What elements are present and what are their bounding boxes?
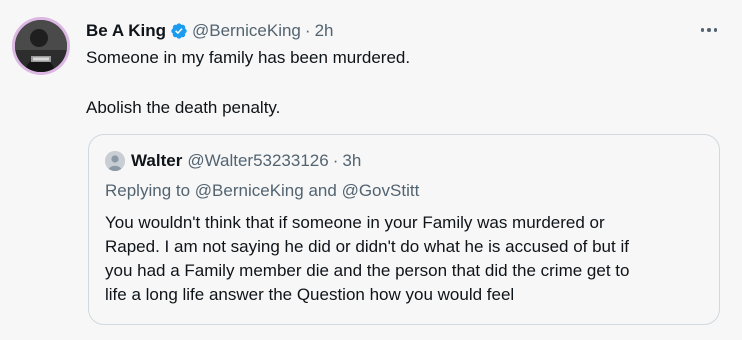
dot bbox=[700, 28, 705, 32]
tweet-header: Be A King @BerniceKing · 2h bbox=[86, 20, 702, 42]
quoted-tweet-text: You wouldn't think that if someone in yo… bbox=[105, 211, 705, 307]
dot bbox=[713, 28, 718, 32]
header-separator: · bbox=[304, 21, 311, 40]
replying-to: Replying to @BerniceKing and @GovStitt bbox=[105, 180, 419, 202]
quoted-text-line: you had a Family member die and the pers… bbox=[105, 261, 630, 280]
replying-and: and bbox=[308, 181, 337, 200]
more-options-icon[interactable] bbox=[698, 20, 720, 40]
quoted-text-line: You wouldn't think that if someone in yo… bbox=[105, 213, 605, 232]
tweet[interactable]: Be A King @BerniceKing · 2h Someone in m… bbox=[0, 0, 742, 340]
avatar-image bbox=[15, 20, 67, 72]
quoted-header-separator: · bbox=[332, 151, 339, 170]
replying-prefix: Replying to bbox=[105, 181, 191, 200]
quoted-author-name: Walter bbox=[131, 151, 183, 170]
quoted-tweet-header: Walter @Walter53233126 · 3h bbox=[105, 150, 361, 172]
tweet-text-line: Someone in my family has been murdered. bbox=[86, 48, 411, 67]
replying-user-link[interactable]: @BerniceKing bbox=[195, 181, 304, 200]
author-avatar[interactable] bbox=[12, 17, 70, 75]
replying-user-link[interactable]: @GovStitt bbox=[342, 181, 420, 200]
dot bbox=[707, 28, 711, 32]
author-name[interactable]: Be A King bbox=[86, 21, 166, 41]
quoted-text-line: life a long life answer the Question how… bbox=[105, 285, 515, 304]
tweet-text-line: Abolish the death penalty. bbox=[86, 98, 281, 117]
quoted-author-avatar bbox=[105, 151, 125, 171]
author-handle[interactable]: @BerniceKing bbox=[192, 21, 301, 41]
quoted-text-line: Raped. I am not saying he did or didn't … bbox=[105, 237, 629, 256]
quoted-tweet-time: 3h bbox=[342, 151, 362, 170]
quoted-author-handle: @Walter53233126 bbox=[187, 151, 329, 170]
verified-badge-icon bbox=[170, 22, 188, 40]
quoted-tweet[interactable]: Walter @Walter53233126 · 3h Replying to … bbox=[88, 134, 720, 325]
tweet-time[interactable]: 2h bbox=[315, 21, 334, 41]
